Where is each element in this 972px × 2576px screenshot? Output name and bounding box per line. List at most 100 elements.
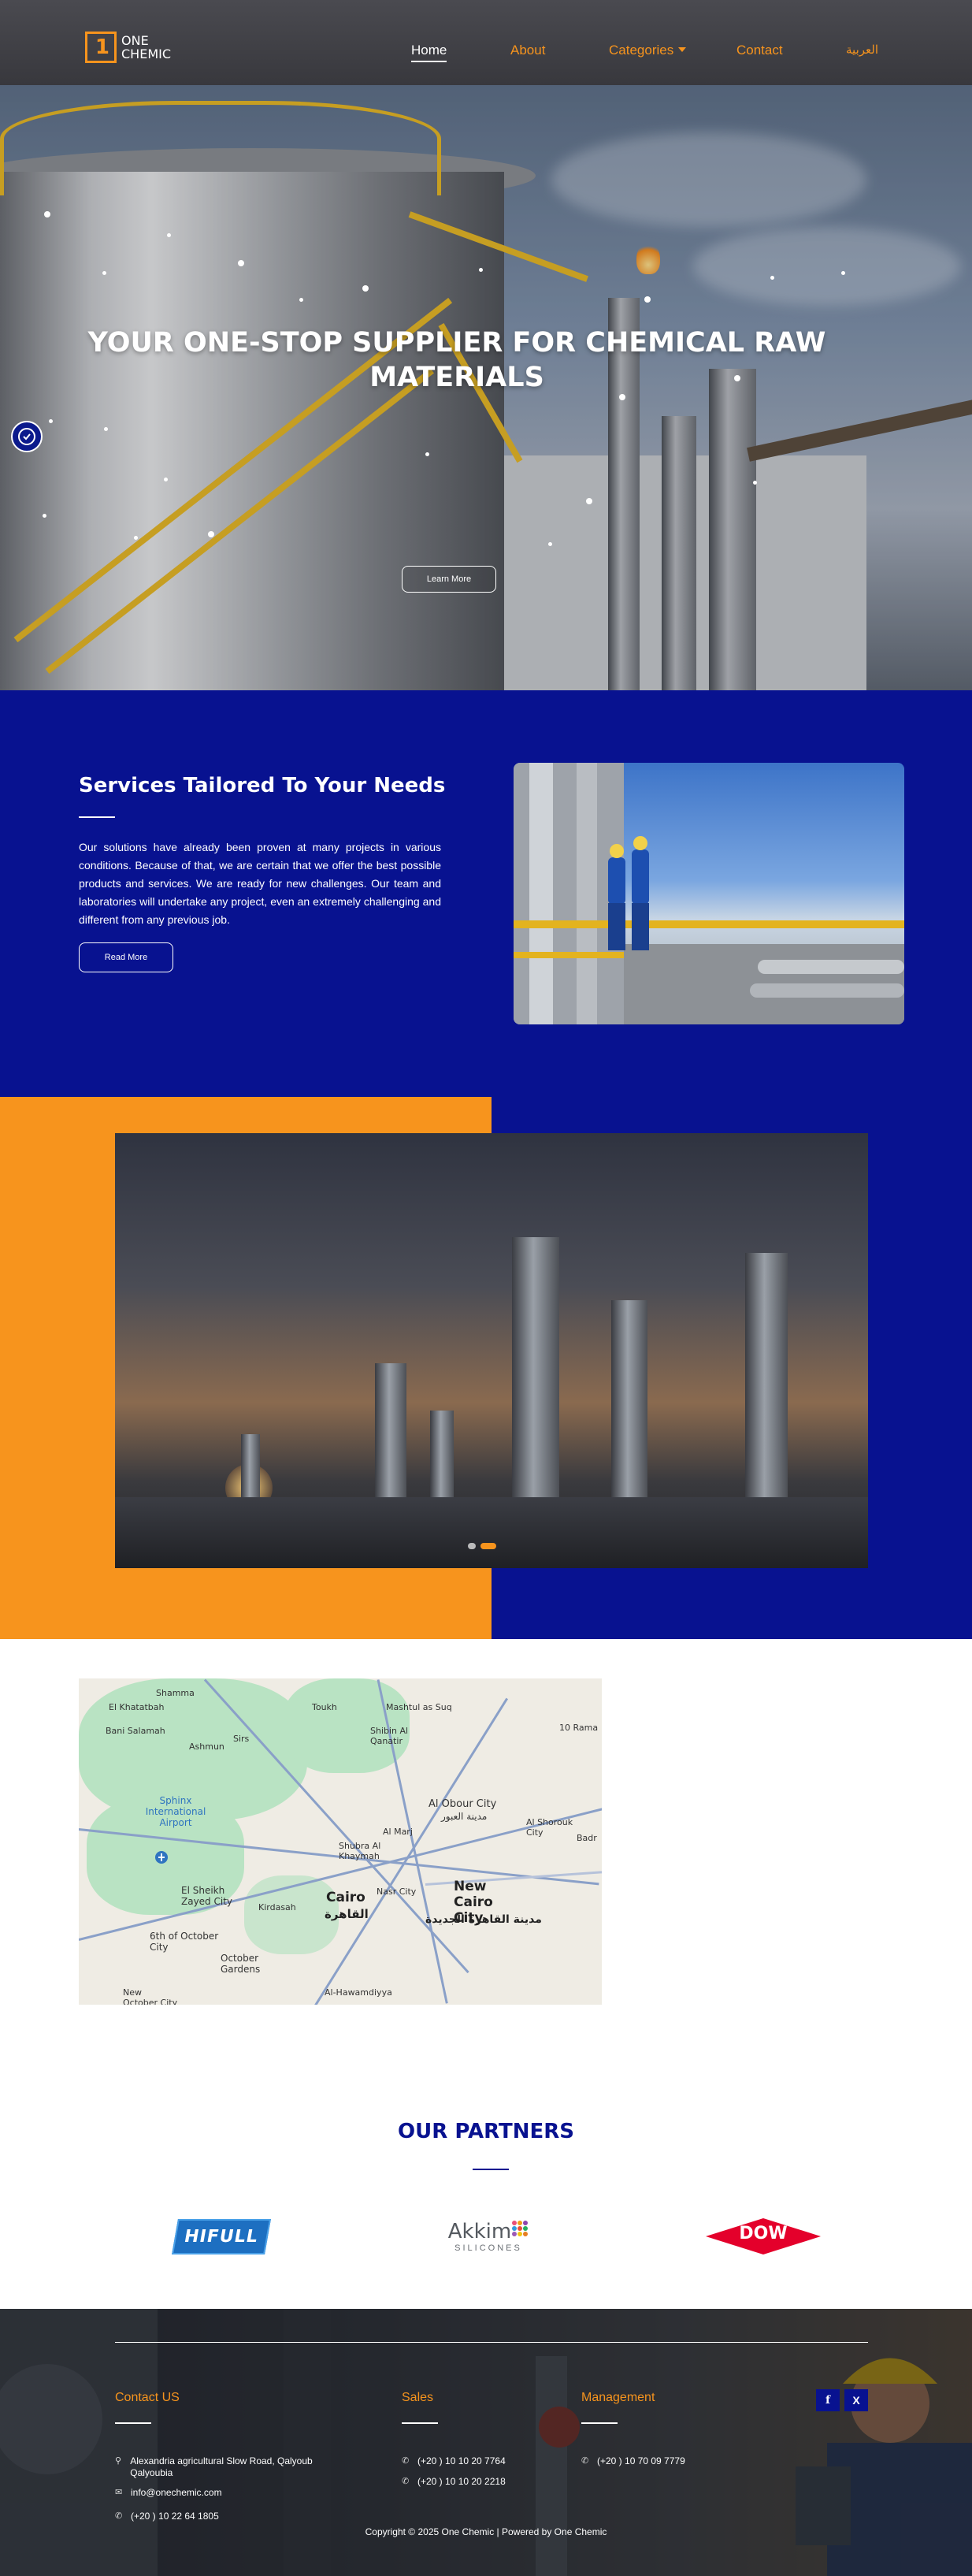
gallery-slide[interactable] — [115, 1133, 868, 1568]
services-section: Services Tailored To Your Needs Our solu… — [0, 690, 972, 1097]
x-icon[interactable]: X — [844, 2389, 868, 2411]
facebook-icon[interactable]: f — [816, 2389, 840, 2411]
services-image — [514, 763, 904, 1024]
particle-dot — [841, 271, 845, 275]
map-label: Al Obour City — [428, 1798, 497, 1810]
footer-contact-phone-text: (+20 ) 10 22 64 1805 — [131, 2511, 219, 2522]
nav-categories-label: Categories — [609, 43, 674, 58]
map-label: مدينة القاهرة الجديدة — [425, 1913, 542, 1926]
phone-icon: ✆ — [115, 2511, 123, 2521]
map-label: Kirdasah — [258, 1902, 296, 1912]
particle-dot — [479, 268, 483, 272]
footer-sales-phone-1[interactable]: ✆ (+20 ) 10 10 20 7764 — [402, 2455, 506, 2467]
phone-icon: ✆ — [402, 2477, 410, 2486]
map-label: 10 Rama — [559, 1723, 599, 1733]
map-label: Al Shorouk City — [526, 1817, 573, 1838]
accessibility-button[interactable] — [11, 421, 43, 452]
hifull-badge: HIFULL — [172, 2218, 271, 2254]
slider-dot-active[interactable] — [480, 1543, 496, 1549]
footer-contact-title: Contact US — [115, 2391, 180, 2404]
map-label: Al-Hawamdiyya — [325, 1987, 392, 1998]
map-label: Cairo — [326, 1890, 365, 1905]
nav-contact[interactable]: Contact — [736, 43, 783, 58]
akkim-row: Akkim — [448, 2220, 529, 2243]
map-label: Mashtul as Suq — [386, 1702, 452, 1712]
map-label: Shibin Al Qanatir — [370, 1726, 409, 1746]
map-label: 6th of October City — [150, 1931, 219, 1953]
partner-logo-hifull[interactable]: HIFULL — [172, 2213, 271, 2260]
hero-section: YOUR ONE-STOP SUPPLIER FOR CHEMICAL RAW … — [0, 85, 972, 690]
site-footer: Contact US ⚲ Alexandria agricultural Slo… — [0, 2309, 972, 2576]
services-title: Services Tailored To Your Needs — [79, 774, 446, 797]
logo-mark: 1 — [85, 32, 117, 63]
nav-home[interactable]: Home — [411, 43, 447, 62]
partners-title: OUR PARTNERS — [398, 2120, 574, 2143]
map-label: Shamma — [156, 1688, 195, 1698]
location-map[interactable]: Shamma El Khatatbah Bani Salamah Ashmun … — [79, 1678, 602, 2005]
particle-dot — [770, 276, 774, 280]
learn-more-button[interactable]: Learn More — [402, 566, 496, 593]
footer-contact-phone[interactable]: ✆ (+20 ) 10 22 64 1805 — [115, 2511, 219, 2522]
map-label: Bani Salamah — [106, 1726, 165, 1736]
partners-divider — [473, 2169, 509, 2170]
logo[interactable]: 1 ONE CHEMIC — [85, 32, 171, 63]
particle-dot — [586, 498, 592, 504]
particle-dot — [49, 419, 53, 423]
partner-logo-dow[interactable]: DOW — [704, 2213, 822, 2260]
map-label: Shubra Al Khaymah — [339, 1841, 381, 1861]
map-label: Ashmun — [189, 1741, 224, 1752]
footer-email[interactable]: ✉ info@onechemic.com — [115, 2487, 222, 2499]
phone-icon: ✆ — [402, 2456, 410, 2466]
hifull-wordmark: HIFULL — [183, 2226, 260, 2247]
footer-address: ⚲ Alexandria agricultural Slow Road, Qal… — [115, 2455, 343, 2479]
footer-management-title: Management — [581, 2391, 655, 2404]
particle-dot — [102, 271, 106, 275]
top-navigation: 1 ONE CHEMIC Home About Categories Conta… — [0, 0, 972, 85]
particle-dot — [208, 531, 214, 537]
footer-management-phone-text: (+20 ) 10 70 09 7779 — [597, 2455, 685, 2466]
slider-pagination — [468, 1543, 496, 1549]
map-label: Sphinx International Airport — [145, 1795, 206, 1828]
particle-dot — [753, 481, 757, 485]
footer-sales-phone-2[interactable]: ✆ (+20 ) 10 10 20 2218 — [402, 2476, 506, 2488]
logo-digit: 1 — [95, 35, 109, 59]
particle-dot — [425, 452, 429, 456]
akkim-dots-icon — [512, 2221, 529, 2236]
read-more-button[interactable]: Read More — [79, 942, 173, 972]
chevron-down-icon — [678, 47, 687, 52]
map-label: Nasr City — [377, 1886, 417, 1897]
accessibility-icon — [18, 428, 35, 445]
nav-categories[interactable]: Categories — [609, 43, 687, 58]
akkim-subtitle: SILICONES — [454, 2243, 522, 2253]
footer-sales-rule — [402, 2422, 438, 2424]
particle-dot — [44, 211, 50, 217]
particle-dot — [299, 298, 303, 302]
map-label: مدينة العبور — [441, 1811, 488, 1822]
particle-dot — [167, 233, 171, 237]
footer-management-phone[interactable]: ✆ (+20 ) 10 70 09 7779 — [581, 2455, 685, 2467]
particle-dot — [362, 285, 369, 292]
particle-dot — [134, 536, 138, 540]
footer-sales-title: Sales — [402, 2391, 434, 2404]
particle-dot — [104, 427, 108, 431]
footer-divider — [115, 2342, 868, 2343]
map-label: October Gardens — [221, 1953, 261, 1975]
refinery-base — [115, 1497, 868, 1568]
footer-email-text: info@onechemic.com — [131, 2487, 222, 2498]
nav-about[interactable]: About — [510, 43, 545, 58]
logo-line1: ONE — [121, 33, 149, 48]
particle-dot — [548, 542, 552, 546]
phone-icon: ✆ — [581, 2456, 589, 2466]
gallery-section — [0, 1097, 972, 1639]
logo-line2: CHEMIC — [121, 46, 172, 61]
footer-contact-rule — [115, 2422, 151, 2424]
airport-pin-icon[interactable] — [154, 1850, 169, 1864]
map-label: Badr — [577, 1833, 597, 1843]
map-label: New October City — [123, 1987, 178, 2005]
footer-copyright: Copyright © 2025 One Chemic | Powered by… — [365, 2526, 607, 2537]
services-divider — [79, 816, 115, 818]
partner-logo-akkim[interactable]: Akkim SILICONES — [441, 2213, 536, 2260]
nav-language-arabic[interactable]: العربية — [846, 43, 878, 57]
slider-dot[interactable] — [468, 1543, 476, 1549]
logo-text: ONE CHEMIC — [121, 34, 171, 61]
